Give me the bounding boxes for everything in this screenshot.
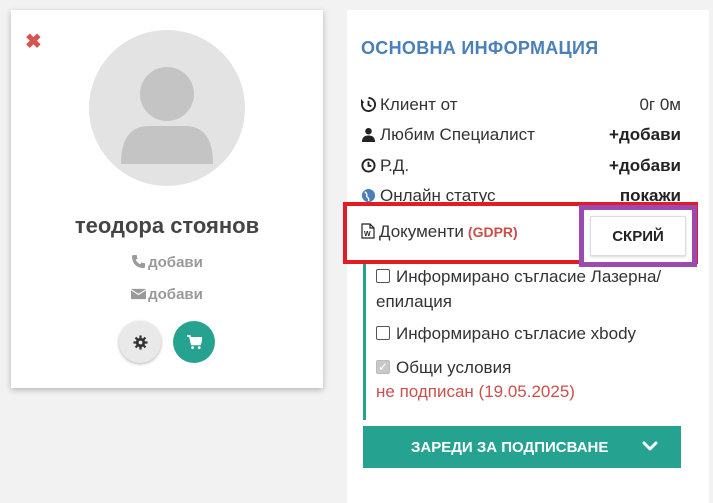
client-since-label: Клиент от (380, 95, 458, 114)
favorite-specialist-label: Любим Специалист (380, 125, 535, 144)
word-document-icon: W (361, 223, 375, 239)
document-item-xbody-consent[interactable]: Информирано съгласие xbody (376, 321, 636, 346)
info-row-online-status: Онлайн статус покажи (361, 186, 681, 203)
birth-date-add-link[interactable]: +добави (609, 156, 681, 176)
documents-text: Документи (379, 222, 464, 241)
document-item-label: Информирано съгласие xbody (396, 324, 637, 343)
panel-heading: ОСНОВНА ИНФОРМАЦИЯ (361, 38, 599, 58)
hide-button-highlight: СКРИЙ (579, 205, 697, 267)
hide-button[interactable]: СКРИЙ (590, 216, 686, 256)
profile-card: ✖ теодора стоянов добави добави (11, 10, 323, 388)
documents-list: Информирано съгласие Лазерна/епилация Ин… (363, 264, 693, 420)
documents-label: W Документи (GDPR) (361, 222, 518, 242)
load-for-signing-label: ЗАРЕДИ ЗА ПОДПИСВАНЕ (411, 438, 609, 456)
user-placeholder-icon (121, 67, 213, 164)
cart-icon (186, 334, 202, 349)
gdpr-tag: (GDPR) (467, 224, 518, 240)
email-add-label: добави (148, 286, 203, 303)
close-icon[interactable]: ✖ (25, 32, 42, 52)
checkbox[interactable] (376, 269, 390, 283)
info-row-favorite-specialist: Любим Специалист +добави (361, 125, 681, 145)
history-icon (361, 96, 377, 112)
checkbox-checked-disabled (376, 355, 390, 380)
phone-icon (132, 254, 146, 269)
phone-add-link[interactable]: добави (11, 254, 323, 271)
email-add-link[interactable]: добави (11, 286, 323, 303)
phone-add-label: добави (148, 254, 203, 271)
avatar[interactable] (89, 30, 245, 186)
cart-button[interactable] (173, 321, 215, 363)
user-icon (361, 127, 376, 142)
info-row-client-since: Клиент от 0г 0м (361, 95, 681, 115)
envelope-icon (130, 288, 147, 300)
document-item-general-terms[interactable]: Общи условия (376, 355, 511, 380)
settings-button[interactable] (119, 321, 161, 363)
globe-icon (361, 188, 376, 203)
online-status-label: Онлайн статус (380, 186, 496, 203)
load-for-signing-button[interactable]: ЗАРЕДИ ЗА ПОДПИСВАНЕ (363, 426, 681, 468)
chevron-down-icon[interactable] (641, 437, 659, 455)
birth-date-label: Р.Д. (380, 156, 410, 175)
client-since-value: 0г 0м (639, 95, 681, 114)
clock-icon (361, 158, 376, 173)
document-item-label: Общи условия (396, 358, 512, 377)
document-item-laser-consent[interactable]: Информирано съгласие Лазерна/епилация (376, 264, 693, 314)
info-row-birth-date: Р.Д. +добави (361, 156, 681, 176)
online-status-show-link[interactable]: покажи (620, 186, 681, 203)
favorite-specialist-add-link[interactable]: +добави (609, 125, 681, 145)
checkbox[interactable] (376, 326, 390, 340)
document-status: не подписан (19.05.2025) (376, 382, 575, 401)
gear-icon (132, 334, 148, 350)
document-item-label: Информирано съгласие Лазерна/епилация (376, 267, 662, 311)
profile-name: теодора стоянов (74, 213, 260, 238)
svg-text:W: W (364, 231, 371, 238)
basic-info-panel: ОСНОВНА ИНФОРМАЦИЯ Клиент от 0г 0м Любим… (343, 10, 709, 503)
